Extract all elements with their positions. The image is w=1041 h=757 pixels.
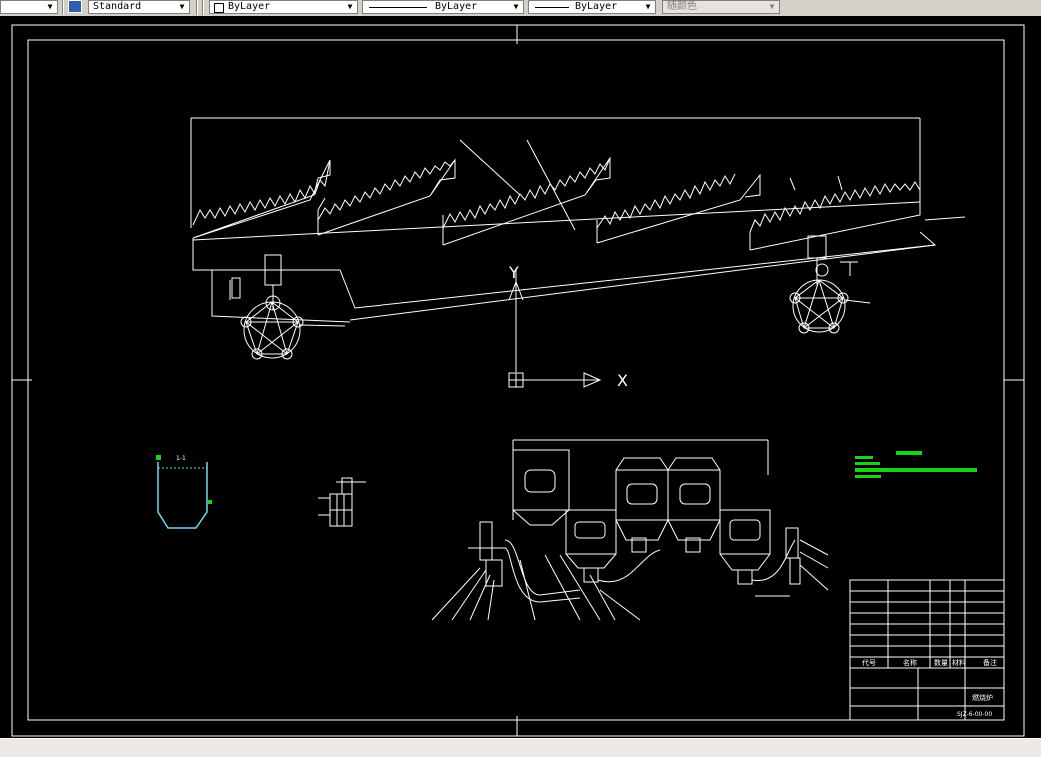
properties-toolbar: ▼ Standard ▼ ByLayer ▼ ByLayer ▼ ByLayer… [0, 0, 1041, 17]
drawing-canvas[interactable]: Y X 1-1 代号 名称 数量 材料 备注 燃烧炉 SJZ-6-00-00 [0, 16, 1041, 738]
toolbar-separator [196, 0, 198, 15]
ucs-y-label: Y [508, 263, 519, 282]
legend-marks [855, 451, 977, 478]
header-code: 代号 [862, 658, 876, 667]
toolbar-separator [62, 0, 64, 15]
left-vibrator-assembly [240, 254, 346, 360]
lineweight-value: ByLayer [575, 1, 618, 12]
ucs-icon [508, 270, 602, 388]
side-elevation-view [431, 439, 829, 621]
chevron-down-icon: ▼ [769, 2, 775, 11]
linetype-combo[interactable]: ByLayer ▼ [362, 0, 524, 14]
cross-section-view: 1-1 [156, 455, 212, 529]
section-label: 1-1 [176, 455, 186, 462]
title-name: 燃烧炉 [972, 693, 993, 702]
text-style-icon[interactable] [68, 0, 82, 13]
chevron-down-icon[interactable]: ▼ [45, 1, 55, 13]
lineweight-combo[interactable]: ByLayer ▼ [528, 0, 656, 14]
header-remarks: 备注 [983, 658, 997, 667]
header-qty: 数量 [934, 658, 948, 667]
text-style-combo[interactable]: Standard ▼ [88, 0, 190, 14]
line-sample-icon [369, 7, 427, 8]
layer-color-combo[interactable]: ByLayer ▼ [209, 0, 358, 14]
line-sample-icon [535, 7, 569, 8]
toolbar-separator [202, 0, 204, 15]
layer-color-value: ByLayer [228, 1, 271, 12]
color-swatch-icon [214, 3, 224, 13]
title-code: SJZ-6-00-00 [957, 711, 992, 718]
cad-drawing[interactable]: Y X 1-1 代号 名称 数量 材料 备注 燃烧炉 SJZ-6-00-00 [0, 16, 1041, 738]
right-vibrator-assembly [789, 235, 871, 334]
status-bar [0, 738, 1041, 757]
chevron-down-icon[interactable]: ▼ [511, 1, 521, 13]
linetype-value: ByLayer [435, 1, 478, 12]
header-material: 材料 [952, 658, 966, 667]
chevron-down-icon[interactable]: ▼ [643, 1, 653, 13]
detail-view [318, 477, 366, 527]
linetype-small-combo[interactable]: ▼ [0, 0, 58, 14]
ucs-x-label: X [617, 371, 628, 390]
plot-style-value: 随颜色 [667, 1, 697, 12]
text-style-value: Standard [93, 1, 142, 12]
plot-style-combo: 随颜色 ▼ [662, 0, 780, 14]
header-name: 名称 [903, 658, 917, 667]
chevron-down-icon[interactable]: ▼ [177, 1, 187, 13]
chevron-down-icon[interactable]: ▼ [345, 1, 355, 13]
